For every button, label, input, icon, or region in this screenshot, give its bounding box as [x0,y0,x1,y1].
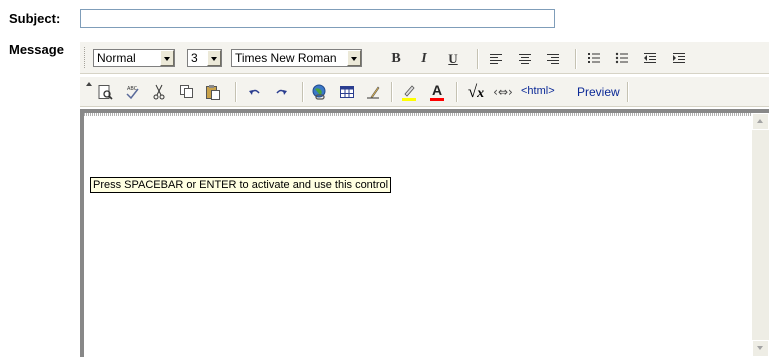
align-center-icon[interactable] [514,48,536,70]
font-color-bar [430,98,444,101]
format-dropdown[interactable]: Normal [93,49,175,67]
ordered-list-icon[interactable] [583,48,605,70]
underline-button[interactable]: U [442,48,464,70]
redo-icon[interactable] [270,81,292,103]
bold-button[interactable]: B [385,48,407,70]
message-editor[interactable] [80,109,769,357]
toolbar-separator [627,82,629,102]
copy-icon[interactable] [175,81,197,103]
subject-input[interactable] [80,9,555,28]
toolbar-separator [575,49,577,69]
spellcheck-icon[interactable]: ABC [121,81,143,103]
undo-icon[interactable] [244,81,266,103]
scroll-up-arrow-icon[interactable] [752,113,769,130]
scroll-down-arrow-icon[interactable] [752,340,769,357]
html-button[interactable]: <html> [521,85,555,97]
font-dropdown-value: Times New Roman [235,51,337,65]
highlight-icon[interactable] [398,81,420,103]
size-dropdown[interactable]: 3 [187,49,222,67]
toolbar-separator [477,49,479,69]
chevron-down-icon[interactable] [207,50,221,66]
align-right-icon[interactable] [542,48,564,70]
align-left-icon[interactable] [485,48,507,70]
embed-code-icon[interactable]: ‹⇔› [492,81,514,103]
subject-label: Subject: [9,11,61,26]
hyperlink-icon[interactable] [308,81,330,103]
format-dropdown-value: Normal [97,51,136,65]
preview-button[interactable]: Preview [577,85,620,99]
collapse-toolbar-icon[interactable] [86,82,92,86]
insert-table-icon[interactable] [336,81,358,103]
pencil-icon[interactable] [362,81,384,103]
message-label: Message [9,42,64,57]
editor-scrollbar[interactable] [752,113,769,357]
toolbar-separator [302,82,304,102]
font-color-icon[interactable]: A [426,81,448,103]
highlight-color-bar [402,98,416,101]
toolbar-grip[interactable] [84,47,88,68]
print-preview-icon[interactable] [94,81,116,103]
font-dropdown[interactable]: Times New Roman [231,49,362,67]
activation-tooltip: Press SPACEBAR or ENTER to activate and … [90,177,392,193]
italic-button[interactable]: I [413,48,435,70]
toolbar-separator [235,82,237,102]
toolbar-separator [456,82,458,102]
chevron-down-icon[interactable] [160,50,174,66]
insert-toolbar: ABC A √x ‹⇔› <html> Preview [80,76,769,107]
toolbar-separator [391,82,393,102]
size-dropdown-value: 3 [191,51,198,65]
chevron-down-icon[interactable] [347,50,361,66]
paste-icon[interactable] [202,81,224,103]
unordered-list-icon[interactable] [611,48,633,70]
equation-icon[interactable]: √x [463,81,489,103]
indent-icon[interactable] [668,48,690,70]
formatting-toolbar: Normal 3 Times New Roman B I U [80,41,769,74]
outdent-icon[interactable] [639,48,661,70]
cut-icon[interactable] [148,81,170,103]
